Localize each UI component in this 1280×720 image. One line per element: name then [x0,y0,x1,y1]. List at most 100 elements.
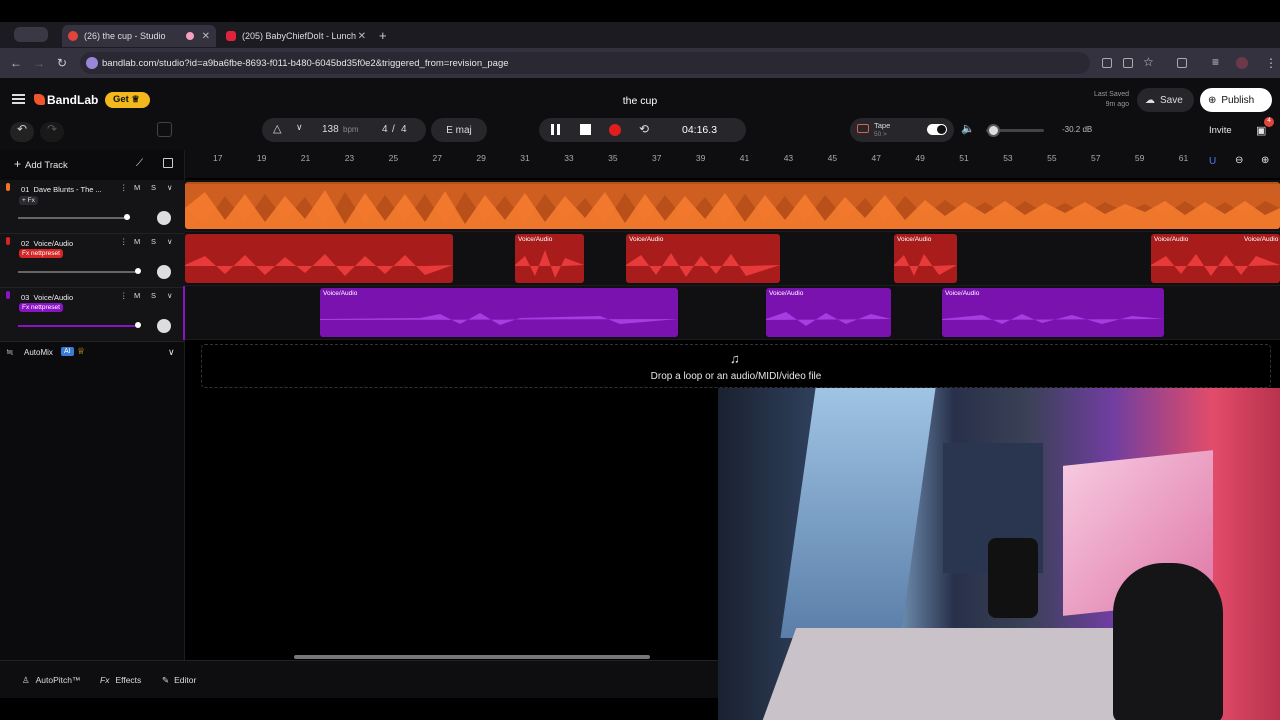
snap-magnet-icon[interactable]: U [1209,156,1216,167]
gift-icon[interactable]: ▣ [1256,124,1266,137]
zoom-in-icon[interactable]: ⊕ [1261,155,1269,166]
clip-label: Voice/Audio [1154,236,1189,243]
volume-thumb[interactable] [124,214,130,220]
speaker-icon[interactable]: 🔈 [961,122,975,135]
site-info-icon[interactable] [86,57,98,69]
reader-icon[interactable] [1102,58,1112,68]
editor-button[interactable]: ✎ Editor [162,675,196,686]
playhead-line[interactable] [183,286,185,340]
fx-chip[interactable]: Fx nettpreset [19,249,63,258]
master-volume-knob[interactable] [986,124,1000,137]
audio-clip[interactable]: Voice/Audio [515,234,584,283]
publish-button[interactable]: ⊕ Publish [1200,88,1272,112]
audio-clip[interactable]: Voice/Audio [894,234,957,283]
mute-button[interactable]: M [134,237,140,246]
undo-icon[interactable]: ↶ [10,122,34,142]
time-signature-denominator[interactable]: 4 [401,124,407,135]
track-volume-slider[interactable] [18,271,140,273]
profile-avatar[interactable] [1236,57,1248,69]
snapshot-icon[interactable] [157,122,172,137]
fx-chip[interactable]: + Fx [19,196,38,205]
add-track-button[interactable]: + Add Track [14,157,68,171]
audio-clip[interactable]: Voice/Audio [942,288,1164,337]
chevron-down-icon[interactable]: ∨ [296,122,303,133]
pan-knob[interactable] [157,211,171,225]
tab-group-placeholder[interactable] [14,27,48,42]
master-volume-slider[interactable] [986,124,1044,137]
track-lane-02[interactable]: Voice/Audio Voice/Audio Voice/Audio Voic… [185,232,1280,286]
save-button[interactable]: ☁ Save [1137,88,1194,112]
track-volume-slider[interactable] [18,325,140,327]
browser-tab-youtube[interactable]: (205) BabyChiefDoIt - Lunch ✕ [220,25,372,47]
bpm-value[interactable]: 138 [322,124,339,135]
solo-button[interactable]: S [151,291,156,300]
track-lane-03[interactable]: Voice/Audio Voice/Audio Voice/Audio [185,286,1280,340]
timeline-ruler[interactable]: 17 19 21 23 25 27 29 31 33 35 37 39 41 43 45 47 49 51 53 55… [185,150,1280,178]
pause-icon[interactable] [551,124,560,135]
get-membership-button[interactable]: Get ♕ [105,92,150,108]
chevron-down-icon[interactable]: ∨ [168,347,175,358]
audio-clip[interactable]: Voice/Audio Voice/Audio [1151,234,1280,283]
browser-tab-studio[interactable]: (26) the cup - Studio ✕ [62,25,216,47]
tape-fx-control[interactable]: Tape 50 > [850,118,954,142]
drop-zone[interactable]: ♫ Drop a loop or an audio/MIDI/video fil… [201,344,1271,388]
track-more-icon[interactable]: ⋮ [120,183,128,192]
time-signature-numerator[interactable]: 4 [382,124,388,135]
reload-icon[interactable]: ↻ [57,56,67,70]
track-header-02[interactable]: 02 Voice/Audio ⋮ M S ∨ Fx nettpreset [0,234,185,288]
audio-clip[interactable]: Voice/Audio [766,288,891,337]
automation-icon[interactable]: ⟋ [136,158,143,169]
track-header-03[interactable]: 03 Voice/Audio ⋮ M S ∨ Fx nettpreset [0,288,185,342]
menu-kebab-icon[interactable]: ⋮ [1265,56,1277,70]
close-tab-icon[interactable]: ✕ [358,31,366,42]
playhead-time[interactable]: 04:16.3 [682,124,717,136]
back-icon[interactable]: ← [10,56,22,70]
audio-clip[interactable] [185,182,1280,229]
effects-button[interactable]: Fx Effects [100,675,141,685]
audio-clip[interactable] [185,234,453,283]
new-tab-icon[interactable]: + [379,28,387,43]
fx-chip[interactable]: Fx nettpreset [19,303,63,312]
track-header-01[interactable]: 01 Dave Blunts - The ... ⋮ M S ∨ + Fx [0,180,185,234]
pan-knob[interactable] [157,319,171,333]
mute-button[interactable]: M [134,183,140,192]
volume-thumb[interactable] [135,268,141,274]
pan-knob[interactable] [157,265,171,279]
track-more-icon[interactable]: ⋮ [120,237,128,246]
invite-button[interactable]: Invite [1209,125,1232,136]
expand-track-icon[interactable]: ∨ [167,183,173,192]
automix-row[interactable]: ≒ AutoMix AI ♕ ∨ [0,346,185,362]
mute-button[interactable]: M [134,291,140,300]
playlist-icon[interactable]: ≡ [1212,55,1219,69]
expand-track-icon[interactable]: ∨ [167,291,173,300]
audio-clip[interactable]: Voice/Audio [626,234,780,283]
track-name-01: 01 Dave Blunts - The ... [21,185,102,194]
track-more-icon[interactable]: ⋮ [120,291,128,300]
hamburger-menu-icon[interactable] [12,94,25,104]
stop-icon[interactable] [580,124,591,135]
track-volume-slider[interactable] [18,217,130,219]
share-icon[interactable] [1123,58,1133,68]
solo-button[interactable]: S [151,237,156,246]
expand-track-icon[interactable]: ∨ [167,237,173,246]
autopitch-button[interactable]: ♙ AutoPitch™ [22,675,81,686]
audio-clip[interactable]: Voice/Audio [320,288,678,337]
extensions-icon[interactable] [1177,58,1187,68]
loop-icon[interactable]: ⟲ [639,122,649,136]
url-field[interactable]: bandlab.com/studio?id=a9ba6fbe-8693-f011… [80,52,1090,74]
fit-view-icon[interactable] [163,158,173,168]
horizontal-scrollbar[interactable] [294,655,650,659]
key-selector[interactable]: E maj [431,118,487,142]
volume-thumb[interactable] [135,322,141,328]
project-title[interactable]: the cup [600,95,680,107]
record-icon[interactable] [609,124,621,136]
forward-icon[interactable]: → [33,56,45,70]
metronome-icon[interactable]: △ [273,122,281,135]
zoom-out-icon[interactable]: ⊖ [1235,155,1243,166]
close-tab-icon[interactable]: ✕ [202,31,210,42]
bookmark-star-icon[interactable]: ☆ [1143,55,1154,69]
redo-icon[interactable]: ↷ [40,122,64,142]
tape-toggle[interactable] [927,124,947,135]
track-lane-01[interactable] [185,180,1280,232]
solo-button[interactable]: S [151,183,156,192]
